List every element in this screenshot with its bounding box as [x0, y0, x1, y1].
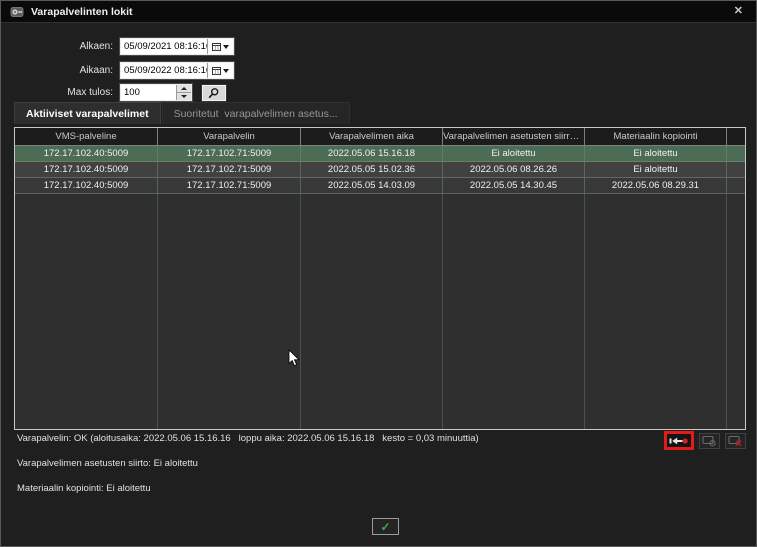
cancel-copy-icon: [728, 435, 742, 446]
from-date-dropdown[interactable]: [207, 39, 233, 54]
table-row[interactable]: 172.17.102.40:5009 172.17.102.71:5009 2022…: [15, 162, 745, 178]
table-cell: 172.17.102.40:5009: [15, 162, 158, 177]
tab-active-backup-servers[interactable]: Aktiiviset varapalvelimet: [14, 102, 161, 124]
max-results-value: 100: [124, 87, 140, 98]
from-label: Alkaen:: [79, 41, 113, 52]
calendar-icon: [212, 67, 221, 75]
column-header-material-copy[interactable]: Materiaalin kopiointi: [585, 128, 727, 146]
filter-to-row: Aikaan: 05/09/2022 08:16:16: [21, 61, 235, 80]
column-header-backup-server[interactable]: Varapalvelin: [158, 128, 301, 146]
to-date-value: 05/09/2022 08:16:16: [124, 65, 207, 76]
table-cell: 2022.05.05 14.30.45: [443, 178, 585, 193]
to-label: Aikaan:: [79, 65, 113, 76]
tab-completed-settings[interactable]: Suoritetut varapalvelimen asetus...: [161, 102, 350, 124]
table-row[interactable]: 172.17.102.40:5009 172.17.102.71:5009 2022…: [15, 178, 745, 194]
failback-button-highlighted[interactable]: [664, 431, 694, 450]
backup-server-logs-dialog: Varapalvelinten lokit ✕ Alkaen: 05/09/20…: [0, 0, 757, 547]
empty-cell: [443, 194, 585, 429]
max-results-input[interactable]: 100: [119, 83, 193, 102]
checkmark-icon: ✓: [380, 519, 391, 534]
table-cell: 172.17.102.71:5009: [158, 146, 301, 161]
max-results-label: Max tulos:: [67, 87, 113, 98]
table-cell: Ei aloitettu: [443, 146, 585, 161]
column-header-vms-server[interactable]: VMS-palveline: [15, 128, 158, 146]
dialog-key-icon: [10, 5, 24, 19]
table-empty-area: [15, 194, 745, 429]
backup-servers-table: VMS-palveline Varapalvelin Varapalvelime…: [14, 127, 746, 430]
status-backup-server: Varapalvelin: OK (aloitusaika: 2022.05.0…: [17, 433, 479, 444]
table-row[interactable]: 172.17.102.40:5009 172.17.102.71:5009 2022…: [15, 146, 745, 162]
table-cell: 2022.05.06 15.16.18: [301, 146, 443, 161]
table-body: 172.17.102.40:5009 172.17.102.71:5009 2022…: [15, 146, 745, 194]
filter-from-row: Alkaen: 05/09/2021 08:16:16: [21, 37, 235, 56]
filter-max-row: Max tulos: 100: [21, 83, 227, 102]
failback-arrow-icon: [669, 437, 688, 444]
stepper-down-button[interactable]: [177, 93, 191, 100]
search-button[interactable]: [201, 83, 227, 102]
table-cell: 2022.05.05 14.03.09: [301, 178, 443, 193]
table-cell: [727, 162, 745, 177]
to-date-input[interactable]: 05/09/2022 08:16:16: [119, 61, 235, 80]
table-cell: 2022.05.05 15.02.36: [301, 162, 443, 177]
table-cell: 2022.05.06 08.29.31: [585, 178, 727, 193]
dialog-title: Varapalvelinten lokit: [31, 5, 133, 18]
ok-button[interactable]: ✓: [372, 518, 399, 535]
column-header-backup-time[interactable]: Varapalvelimen aika: [301, 128, 443, 146]
cancel-copy-button[interactable]: [725, 432, 746, 449]
column-header-settings-transfer[interactable]: Varapalvelimen asetusten siirron a...: [443, 128, 585, 146]
column-header-filler: [727, 128, 745, 146]
to-date-dropdown[interactable]: [207, 63, 233, 78]
empty-cell: [301, 194, 443, 429]
action-button-band: [664, 431, 746, 450]
table-header-row: VMS-palveline Varapalvelin Varapalvelime…: [15, 128, 745, 146]
chevron-down-icon: [223, 44, 229, 49]
table-cell: [727, 146, 745, 161]
tab-strip: Aktiiviset varapalvelimet Suoritetut var…: [14, 101, 350, 124]
close-icon[interactable]: ✕: [730, 4, 747, 19]
copy-material-button[interactable]: [699, 432, 720, 449]
table-cell: [727, 178, 745, 193]
status-settings-transfer: Varapalvelimen asetusten siirto: Ei aloi…: [17, 458, 198, 469]
empty-cell: [15, 194, 158, 429]
table-cell: Ei aloitettu: [585, 146, 727, 161]
search-icon: [208, 87, 219, 98]
from-date-input[interactable]: 05/09/2021 08:16:16: [119, 37, 235, 56]
from-date-value: 05/09/2021 08:16:16: [124, 41, 207, 52]
table-cell: 172.17.102.40:5009: [15, 146, 158, 161]
empty-cell: [727, 194, 745, 429]
empty-cell: [158, 194, 301, 429]
copy-material-icon: [702, 435, 716, 446]
max-results-stepper: [176, 85, 191, 100]
chevron-down-icon: [223, 68, 229, 73]
table-cell: 2022.05.06 08.26.26: [443, 162, 585, 177]
status-material-copy: Materiaalin kopiointi: Ei aloitettu: [17, 483, 151, 494]
table-cell: 172.17.102.71:5009: [158, 178, 301, 193]
empty-cell: [585, 194, 727, 429]
table-cell: 172.17.102.71:5009: [158, 162, 301, 177]
table-cell: 172.17.102.40:5009: [15, 178, 158, 193]
arrow-up-icon: [181, 87, 187, 90]
calendar-icon: [212, 43, 221, 51]
title-bar: Varapalvelinten lokit ✕: [1, 1, 756, 23]
table-cell: Ei aloitettu: [585, 162, 727, 177]
arrow-down-icon: [181, 95, 187, 98]
stepper-up-button[interactable]: [177, 85, 191, 93]
